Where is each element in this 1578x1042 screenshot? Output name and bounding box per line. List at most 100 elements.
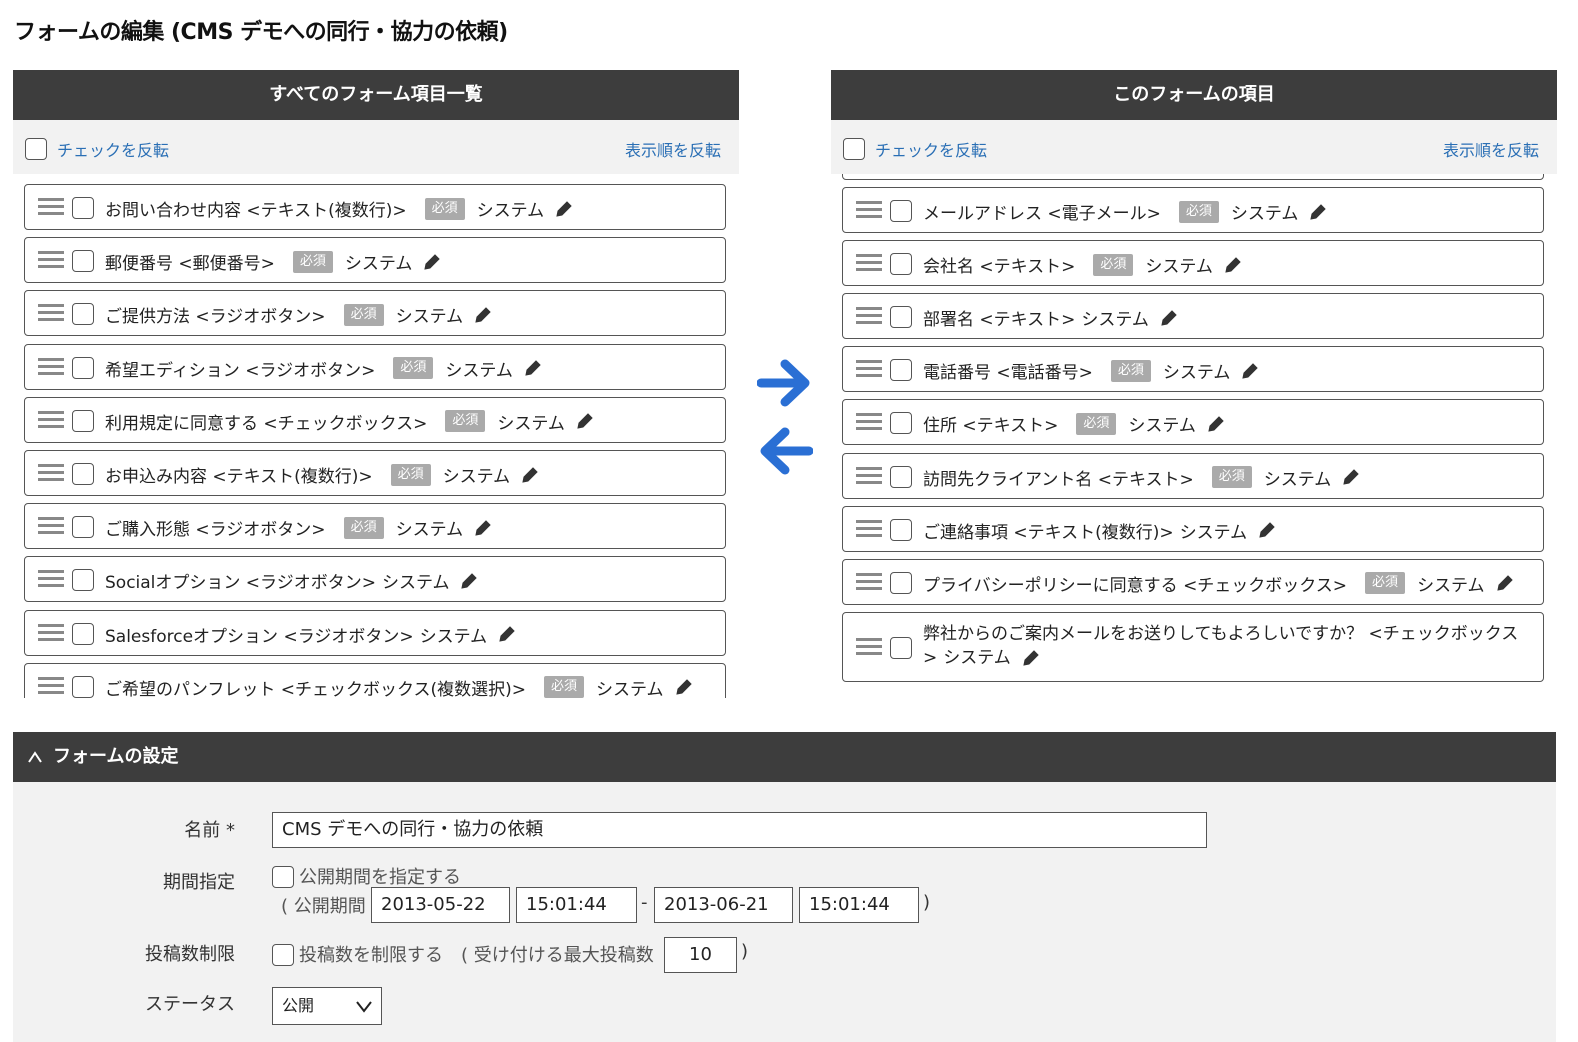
field-item[interactable]: ご連絡事項 <テキスト(複数行)> システム (842, 505, 1544, 552)
drag-handle-icon[interactable] (856, 572, 882, 593)
pencil-icon[interactable] (473, 518, 493, 538)
form-fields-invert-check-link[interactable]: チェックを反転 (875, 137, 987, 161)
name-input[interactable]: CMS デモへの同行・協力の依頼 (272, 812, 1207, 848)
pencil-icon[interactable] (1308, 202, 1328, 222)
field-item[interactable]: ご希望のパンフレット <チェックボックス(複数選択)> 必須 システム (24, 662, 726, 698)
drag-handle-icon[interactable] (38, 464, 64, 484)
drag-handle-icon[interactable] (38, 676, 64, 697)
field-item-checkbox[interactable] (890, 465, 912, 488)
form-fields-invert-order-link[interactable]: 表示順を反転 (1443, 137, 1539, 161)
field-item[interactable]: 電話番号 <電話番号> 必須 システム (842, 346, 1544, 393)
pencil-icon[interactable] (554, 199, 574, 219)
pencil-icon[interactable] (1341, 467, 1361, 487)
field-item-checkbox[interactable] (72, 463, 94, 485)
all-fields-invert-order-link[interactable]: 表示順を反転 (625, 137, 721, 161)
field-item[interactable]: 住所 <テキスト> 必須 システム (842, 399, 1544, 446)
field-item-checkbox[interactable] (72, 356, 94, 379)
field-item-checkbox[interactable] (890, 359, 912, 382)
field-item-checkbox[interactable] (890, 518, 912, 541)
field-item-checkbox[interactable] (890, 200, 912, 222)
form-fields-list[interactable]: メールアドレス <電子メール> 必須 システム 会社名 <テキスト> 必須 システム 部署名… (831, 174, 1557, 698)
field-item[interactable]: プライバシーポリシーに同意する <チェックボックス> 必須 システム (842, 558, 1544, 605)
end-date-input[interactable]: 2013-06-21 (654, 887, 793, 923)
pencil-icon[interactable] (1021, 648, 1041, 668)
field-item-checkbox[interactable] (72, 250, 94, 273)
start-time-input[interactable]: 15:01:44 (516, 887, 637, 923)
limit-value-input[interactable]: 10 (664, 937, 737, 973)
drag-handle-icon[interactable] (856, 360, 882, 380)
all-fields-invert-check-link[interactable]: チェックを反転 (57, 137, 169, 161)
pencil-icon[interactable] (1240, 361, 1260, 381)
form-fields-invert-checkbox[interactable] (843, 138, 865, 160)
field-item[interactable]: 郵便番号 <郵便番号> 必須 システム (24, 237, 726, 284)
field-item[interactable]: 部署名 <テキスト> システム (842, 293, 1544, 340)
field-item[interactable]: ご購入形態 <ラジオボタン> 必須 システム (24, 503, 726, 550)
move-left-arrow-icon[interactable] (757, 426, 813, 476)
field-item-checkbox[interactable] (890, 253, 912, 276)
field-item[interactable]: 会社名 <テキスト> 必須 システム (842, 240, 1544, 287)
drag-handle-icon[interactable] (38, 517, 64, 537)
pencil-icon[interactable] (523, 358, 543, 378)
field-item[interactable]: ご提供方法 <ラジオボタン> 必須 システム (24, 290, 726, 337)
limit-checkbox[interactable] (272, 944, 294, 966)
all-fields-invert-checkbox[interactable] (25, 138, 47, 160)
pencil-icon[interactable] (1159, 308, 1179, 328)
field-item-checkbox[interactable] (72, 303, 94, 326)
pencil-icon[interactable] (497, 624, 517, 644)
form-settings-header[interactable]: フォームの設定 (13, 732, 1556, 782)
field-item-content: ご提供方法 <ラジオボタン> 必須 システム (105, 302, 713, 327)
pencil-icon[interactable] (674, 677, 694, 697)
status-select[interactable]: 公開 (272, 987, 382, 1025)
field-item-checkbox[interactable] (72, 197, 94, 219)
field-item-checkbox[interactable] (72, 516, 94, 539)
field-item-checkbox[interactable] (890, 306, 912, 329)
drag-handle-icon[interactable] (856, 307, 882, 327)
pencil-icon[interactable] (459, 571, 479, 591)
pencil-icon[interactable] (520, 465, 540, 485)
field-item[interactable]: 訪問先クライアント名 <テキスト> 必須 システム (842, 452, 1544, 499)
start-date-input[interactable]: 2013-05-22 (371, 887, 510, 923)
pencil-icon[interactable] (422, 252, 442, 272)
field-item-checkbox[interactable] (890, 571, 912, 594)
drag-handle-icon[interactable] (856, 466, 882, 487)
field-item[interactable]: 希望エディション <ラジオボタン> 必須 システム (24, 343, 726, 390)
drag-handle-icon[interactable] (38, 198, 64, 218)
field-item[interactable]: お申込み内容 <テキスト(複数行)> 必須 システム (24, 450, 726, 496)
drag-handle-icon[interactable] (856, 413, 882, 433)
drag-handle-icon[interactable] (38, 304, 64, 324)
drag-handle-icon[interactable] (38, 623, 64, 644)
field-item-partial[interactable] (842, 174, 1544, 180)
field-item-content: Salesforceオプション <ラジオボタン> システム (105, 622, 713, 647)
move-right-arrow-icon[interactable] (757, 358, 813, 408)
field-item[interactable]: 弊社からのご案内メールをお送りしてもよろしいですか？ <チェックボックス> システ… (842, 611, 1544, 682)
field-item-checkbox[interactable] (890, 412, 912, 435)
field-item[interactable]: Salesforceオプション <ラジオボタン> システム (24, 609, 726, 656)
field-item[interactable]: Socialオプション <ラジオボタン> システム (24, 556, 726, 603)
field-item-checkbox[interactable] (890, 636, 912, 659)
field-item[interactable]: メールアドレス <電子メール> 必須 システム (842, 187, 1544, 233)
pencil-icon[interactable] (575, 411, 595, 431)
pencil-icon[interactable] (1206, 414, 1226, 434)
period-checkbox[interactable] (272, 866, 294, 888)
field-item-checkbox[interactable] (72, 569, 94, 592)
drag-handle-icon[interactable] (38, 410, 64, 431)
field-item-checkbox[interactable] (72, 675, 94, 698)
end-time-input[interactable]: 15:01:44 (799, 887, 919, 923)
drag-handle-icon[interactable] (856, 519, 882, 540)
drag-handle-icon[interactable] (856, 637, 882, 658)
pencil-icon[interactable] (1495, 573, 1515, 593)
pencil-icon[interactable] (1223, 255, 1243, 275)
field-item-checkbox[interactable] (72, 409, 94, 432)
pencil-icon[interactable] (473, 305, 493, 325)
drag-handle-icon[interactable] (38, 570, 64, 590)
drag-handle-icon[interactable] (856, 201, 882, 221)
all-fields-list[interactable]: お問い合わせ内容 <テキスト(複数行)> 必須 システム 郵便番号 <郵便番号> 必須シ… (13, 174, 739, 698)
drag-handle-icon[interactable] (38, 357, 64, 378)
pencil-icon[interactable] (1257, 520, 1277, 540)
drag-handle-icon[interactable] (856, 254, 882, 274)
drag-handle-icon[interactable] (38, 251, 64, 271)
field-item[interactable]: お問い合わせ内容 <テキスト(複数行)> 必須 システム (24, 184, 726, 230)
field-item-label: 会社名 <テキスト> (923, 257, 1076, 278)
field-item-checkbox[interactable] (72, 622, 94, 645)
field-item[interactable]: 利用規定に同意する <チェックボックス> 必須 システム (24, 396, 726, 443)
